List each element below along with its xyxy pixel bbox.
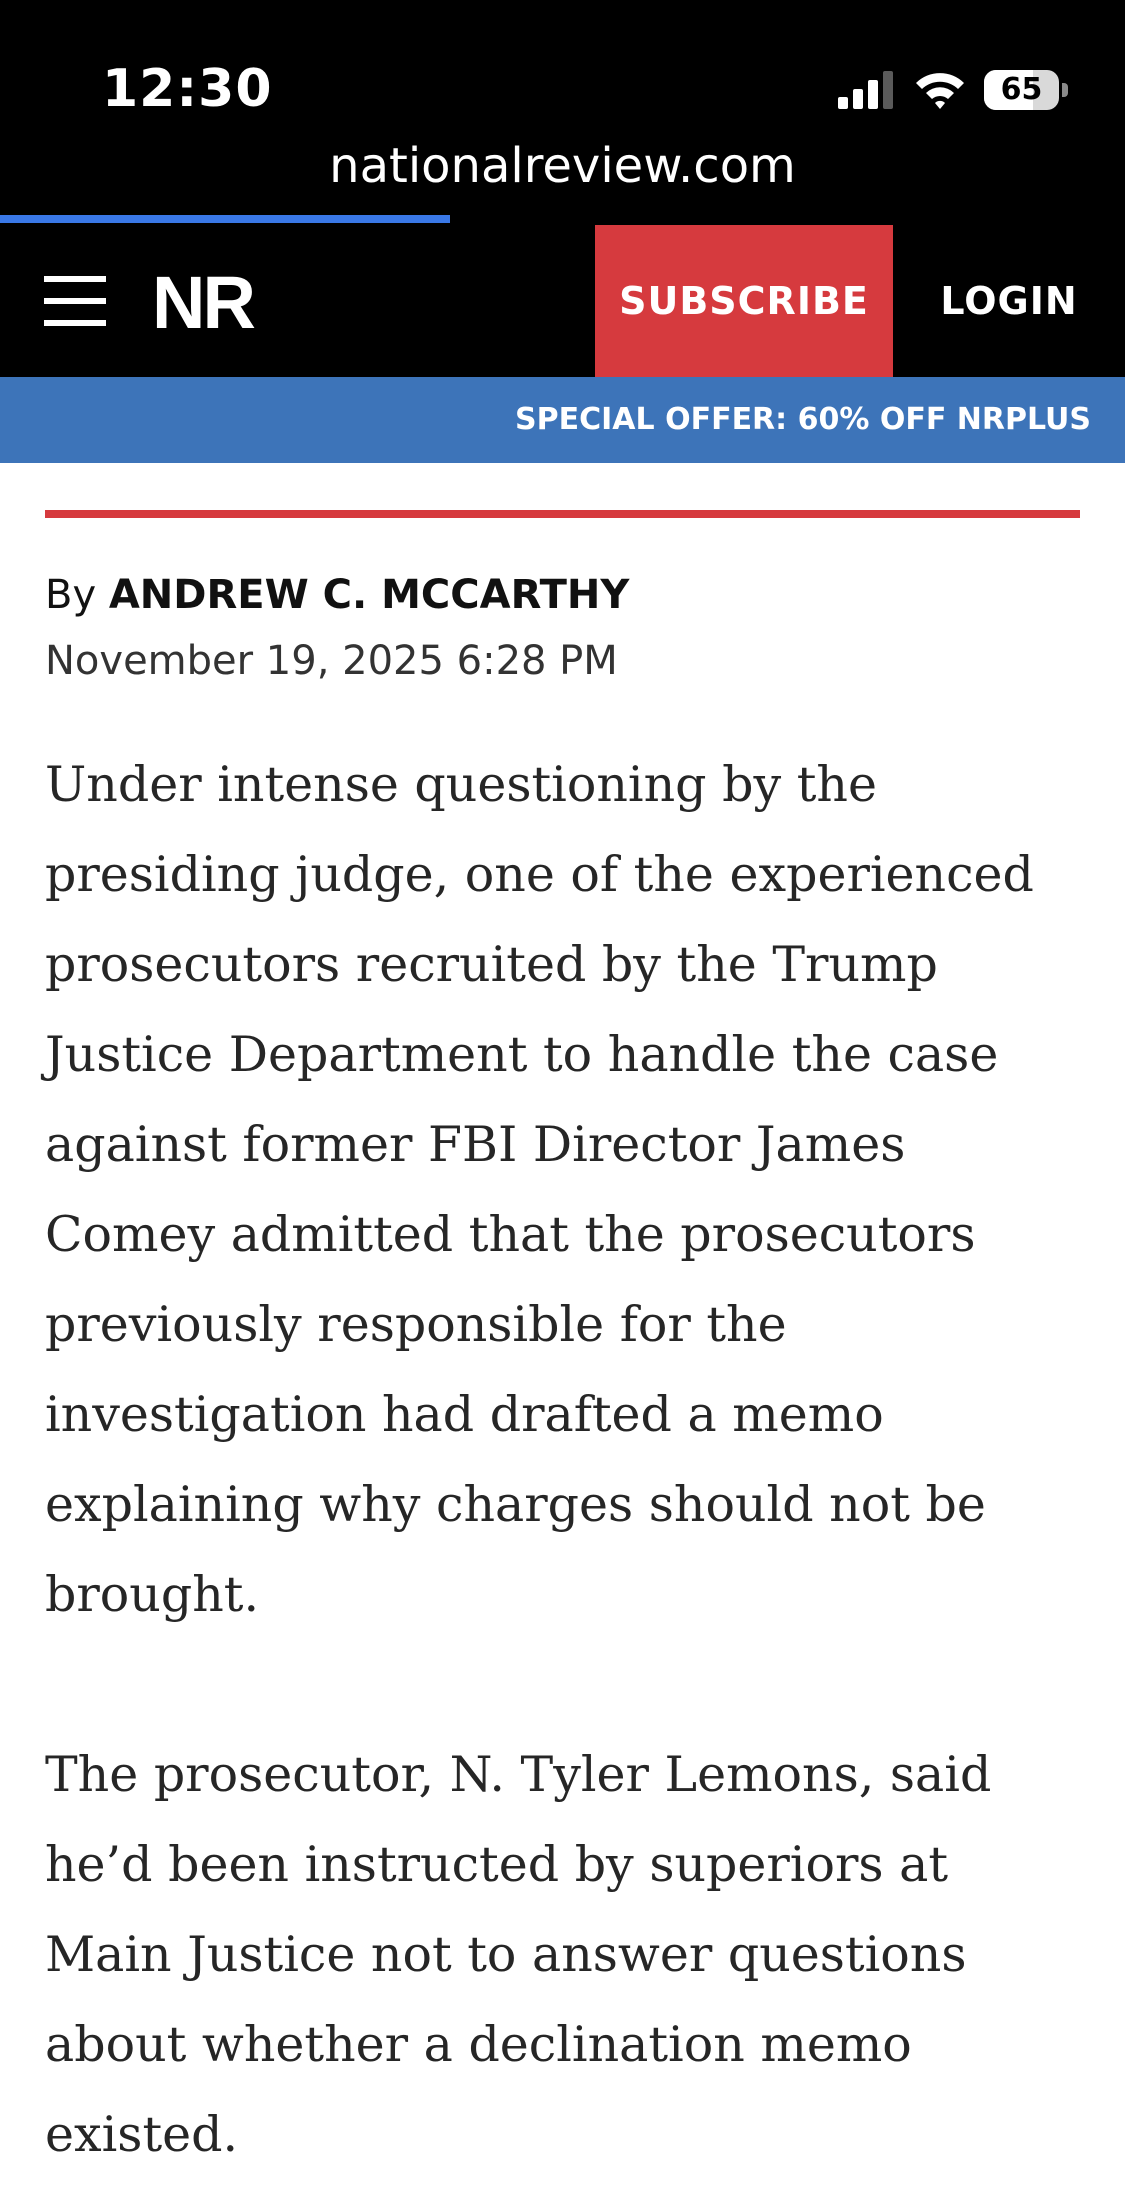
status-bar: 12:30 65 nationalreview.com	[0, 0, 1125, 225]
article-date: November 19, 2025 6:28 PM	[45, 638, 618, 684]
page-load-progress-bar	[0, 215, 450, 223]
battery-icon: 65	[984, 70, 1068, 110]
article-body: Under intense questioning by the presidi…	[45, 740, 1085, 2197]
status-time: 12:30	[102, 59, 273, 119]
byline-prefix: By	[45, 572, 97, 618]
special-offer-text[interactable]: SPECIAL OFFER: 60% OFF NRPLUS	[515, 377, 1091, 463]
site-header: NR SUBSCRIBE LOGIN	[0, 225, 1125, 377]
address-bar-url[interactable]: nationalreview.com	[0, 136, 1125, 196]
author-link[interactable]: ANDREW C. MCCARTHY	[109, 572, 630, 618]
article-paragraph: The prosecutor, N. Tyler Lemons, said he…	[45, 1746, 992, 2163]
cellular-signal-icon	[838, 71, 893, 109]
special-offer-banner[interactable]: SPECIAL OFFER: 60% OFF NRPLUS	[0, 377, 1125, 463]
hamburger-menu-icon[interactable]	[40, 270, 110, 332]
battery-percentage: 65	[1000, 72, 1043, 107]
nr-logo[interactable]: NR	[152, 263, 256, 343]
subscribe-button[interactable]: SUBSCRIBE	[595, 225, 893, 377]
section-divider	[45, 510, 1080, 518]
article-paragraph: Under intense questioning by the presidi…	[45, 756, 1034, 1623]
wifi-icon	[916, 73, 964, 109]
status-icons: 65	[838, 64, 1068, 116]
byline: By ANDREW C. MCCARTHY	[45, 568, 629, 622]
login-button[interactable]: LOGIN	[893, 225, 1125, 377]
